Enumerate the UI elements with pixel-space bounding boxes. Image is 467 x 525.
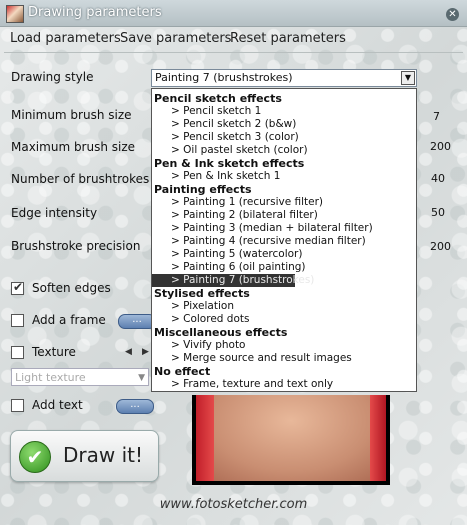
dropdown-option[interactable]: > Painting 6 (oil painting) bbox=[152, 261, 435, 274]
dropdown-category: Stylised effects bbox=[154, 287, 250, 300]
texture-select-value: Light texture bbox=[15, 371, 86, 384]
draw-it-label: Draw it! bbox=[63, 443, 144, 467]
dropdown-option[interactable]: > Vivify photo bbox=[152, 339, 435, 352]
save-parameters-menu[interactable]: Save parameters bbox=[120, 31, 231, 46]
min-brush-label: Minimum brush size bbox=[11, 108, 132, 122]
brushstroke-precision-label: Brushstroke precision bbox=[11, 239, 141, 253]
dropdown-option[interactable]: > Painting 1 (recursive filter) bbox=[152, 196, 435, 209]
dropdown-category: Miscellaneous effects bbox=[154, 326, 288, 339]
dropdown-option[interactable]: > Pencil sketch 1 bbox=[152, 105, 435, 118]
texture-checkbox[interactable] bbox=[11, 346, 24, 359]
arrow-right-icon[interactable]: ▶ bbox=[142, 347, 149, 357]
dropdown-option[interactable]: > Merge source and result images bbox=[152, 352, 435, 365]
text-options-button[interactable]: ... bbox=[116, 399, 154, 414]
drawing-style-dropdown: Pencil sketch effects > Pencil sketch 1 > … bbox=[151, 88, 417, 392]
dropdown-option[interactable]: > Pen & Ink sketch 1 bbox=[152, 170, 435, 183]
dropdown-option[interactable]: > Pixelation bbox=[152, 300, 435, 313]
dropdown-category: Painting effects bbox=[154, 183, 252, 196]
dropdown-category: Pencil sketch effects bbox=[154, 92, 282, 105]
chevron-down-icon: ▼ bbox=[138, 373, 145, 383]
dropdown-category: No effect bbox=[154, 365, 211, 378]
dropdown-option[interactable]: > Painting 7 (brushstrokes) bbox=[152, 274, 314, 287]
arrow-left-icon[interactable]: ◀ bbox=[125, 347, 132, 357]
dropdown-category: Pen & Ink sketch effects bbox=[154, 157, 305, 170]
close-icon[interactable]: ✕ bbox=[446, 8, 459, 21]
load-parameters-menu[interactable]: Load parameters bbox=[10, 31, 121, 46]
title-bar: Drawing parameters ✕ bbox=[0, 0, 467, 27]
dropdown-option[interactable]: > Pencil sketch 2 (b&w) bbox=[152, 118, 435, 131]
website-link[interactable]: www.fotosketcher.com bbox=[0, 497, 467, 512]
preview-image bbox=[192, 395, 390, 485]
drawing-style-selected: Painting 7 (brushstrokes) bbox=[155, 71, 293, 84]
reset-parameters-menu[interactable]: Reset parameters bbox=[230, 31, 346, 46]
add-text-checkbox[interactable] bbox=[11, 399, 24, 412]
dropdown-option[interactable]: > Colored dots bbox=[152, 313, 435, 326]
menu-bar: Load parameters Save parameters Reset pa… bbox=[0, 28, 467, 50]
drawing-style-label: Drawing style bbox=[11, 70, 94, 84]
add-frame-checkbox[interactable] bbox=[11, 314, 24, 327]
texture-select[interactable]: Light texture ▼ bbox=[11, 368, 149, 386]
checkmark-icon: ✔ bbox=[19, 441, 51, 473]
dropdown-option[interactable]: > Painting 4 (recursive median filter) bbox=[152, 235, 435, 248]
dropdown-option[interactable]: > Painting 3 (median + bilateral filter) bbox=[152, 222, 435, 235]
max-brush-label: Maximum brush size bbox=[11, 140, 136, 154]
dropdown-option[interactable]: > Frame, texture and text only bbox=[152, 378, 435, 391]
num-brushstrokes-label: Number of brushtrokes bbox=[11, 172, 150, 186]
check-icon: ✔ bbox=[13, 280, 24, 294]
add-text-label: Add text bbox=[32, 398, 83, 412]
dropdown-option[interactable]: > Oil pastel sketch (color) bbox=[152, 144, 435, 157]
drawing-style-select[interactable]: Painting 7 (brushstrokes) ▼ bbox=[151, 69, 417, 87]
edge-intensity-label: Edge intensity bbox=[11, 206, 98, 220]
add-frame-label: Add a frame bbox=[32, 313, 106, 327]
dropdown-option[interactable]: > Painting 2 (bilateral filter) bbox=[152, 209, 435, 222]
menu-separator bbox=[4, 52, 463, 53]
texture-label: Texture bbox=[32, 345, 76, 359]
preview-photo bbox=[196, 395, 386, 481]
window-title: Drawing parameters bbox=[28, 5, 162, 20]
app-icon bbox=[6, 5, 24, 23]
chevron-down-icon[interactable]: ▼ bbox=[401, 71, 415, 85]
soften-edges-label: Soften edges bbox=[32, 281, 111, 295]
dropdown-option[interactable]: > Pencil sketch 3 (color) bbox=[152, 131, 435, 144]
soften-edges-checkbox[interactable]: ✔ bbox=[11, 280, 24, 295]
dropdown-option[interactable]: > Painting 5 (watercolor) bbox=[152, 248, 435, 261]
draw-it-button[interactable]: ✔ Draw it! bbox=[10, 430, 159, 482]
